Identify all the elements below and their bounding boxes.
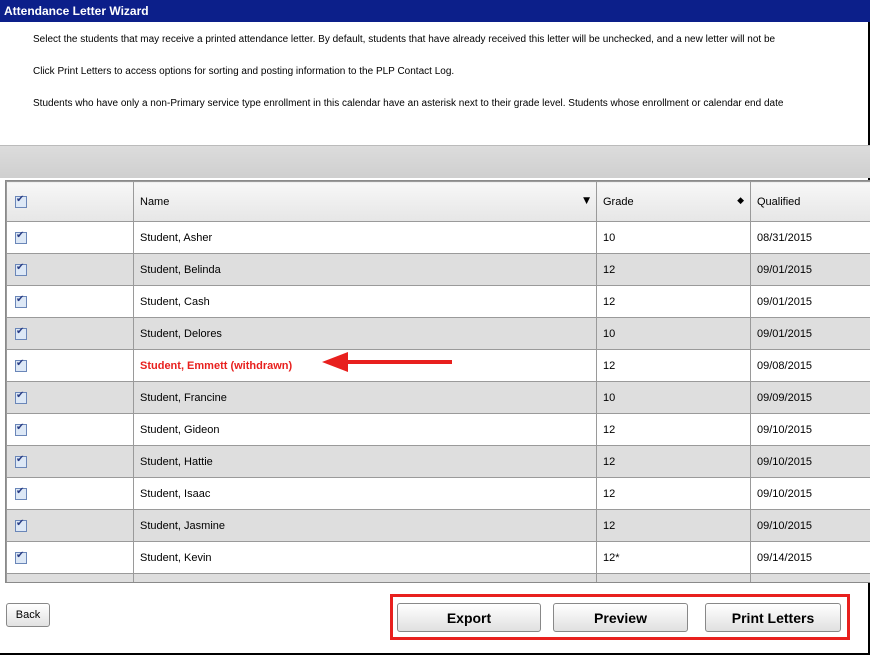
grade-cell: 10 <box>596 317 751 350</box>
student-name-cell[interactable]: Anderson, Kara D. <box>133 573 597 582</box>
intro-line-3: Students who have only a non-Primary ser… <box>33 98 784 109</box>
grade-cell: 12 <box>596 573 751 582</box>
table-row[interactable]: Student, Jasmine1209/10/2015 <box>6 509 870 542</box>
table-row[interactable]: Student, Gideon1209/10/2015 <box>6 413 870 446</box>
wizard-window: Attendance Letter Wizard Select the stud… <box>0 0 870 655</box>
row-select-cell[interactable] <box>6 445 134 478</box>
grade-cell: 12 <box>596 253 751 286</box>
preview-button[interactable]: Preview <box>553 603 688 632</box>
checkbox-checked-icon[interactable] <box>15 454 27 468</box>
table-row[interactable]: Student, Delores1009/01/2015 <box>6 317 870 350</box>
qualified-date-cell: 09/01/2015 <box>750 317 870 350</box>
row-select-cell[interactable] <box>6 317 134 350</box>
student-name-cell[interactable]: Student, Isaac <box>133 477 597 510</box>
student-table: Name▼ Grade◆ Qualified Student, Asher100… <box>6 181 870 582</box>
table-row[interactable]: Student, Asher1008/31/2015 <box>6 221 870 254</box>
row-select-cell[interactable] <box>6 541 134 574</box>
sort-updown-icon[interactable]: ◆ <box>737 196 744 206</box>
toolbar-strip <box>0 145 870 178</box>
table-row[interactable]: Student, Kevin12*09/14/2015 <box>6 541 870 574</box>
checkbox-checked-icon[interactable] <box>15 550 27 564</box>
row-select-cell[interactable] <box>6 285 134 318</box>
print-letters-button[interactable]: Print Letters <box>705 603 841 632</box>
grade-cell: 10 <box>596 381 751 414</box>
column-header-grade[interactable]: Grade ◆ <box>596 181 751 222</box>
table-row[interactable]: Student, Belinda1209/01/2015 <box>6 253 870 286</box>
student-name-cell[interactable]: Student, Belinda <box>133 253 597 286</box>
window-title: Attendance Letter Wizard <box>0 0 870 22</box>
student-name-cell[interactable]: Student, Hattie <box>133 445 597 478</box>
student-name-cell[interactable]: Student, Jasmine <box>133 509 597 542</box>
checkbox-checked-icon[interactable] <box>15 422 27 436</box>
grade-cell: 10 <box>596 221 751 254</box>
student-name-cell[interactable]: Student, Gideon <box>133 413 597 446</box>
intro-line-2: Click Print Letters to access options fo… <box>33 66 455 77</box>
intro-line-1: Select the students that may receive a p… <box>33 34 776 45</box>
grade-cell: 12 <box>596 413 751 446</box>
row-select-cell[interactable] <box>6 509 134 542</box>
student-name-cell[interactable]: Student, Asher <box>133 221 597 254</box>
caret-down-icon[interactable]: ▼ <box>583 196 590 206</box>
qualified-date-cell: 09/14/2015 <box>750 541 870 574</box>
checkbox-checked-icon[interactable] <box>15 294 27 308</box>
checkbox-checked-icon[interactable] <box>15 230 27 244</box>
checkbox-checked-icon[interactable] <box>15 194 27 208</box>
checkbox-checked-icon[interactable] <box>15 518 27 532</box>
checkbox-checked-icon[interactable] <box>15 326 27 340</box>
red-left-arrow-icon <box>322 352 452 372</box>
table-row[interactable]: Student, Francine1009/09/2015 <box>6 381 870 414</box>
student-name-cell[interactable]: Student, Cash <box>133 285 597 318</box>
table-row[interactable]: Student, Cash1209/01/2015 <box>6 285 870 318</box>
qualified-date-cell: 09/16/2015 <box>750 573 870 582</box>
qualified-date-cell: 09/01/2015 <box>750 253 870 286</box>
qualified-date-cell: 09/10/2015 <box>750 445 870 478</box>
column-header-qualified[interactable]: Qualified <box>750 181 870 222</box>
export-button[interactable]: Export <box>397 603 541 632</box>
qualified-date-cell: 09/09/2015 <box>750 381 870 414</box>
row-select-cell[interactable] <box>6 253 134 286</box>
grade-cell: 12 <box>596 509 751 542</box>
grade-cell: 12 <box>596 349 751 382</box>
checkbox-checked-icon[interactable] <box>15 262 27 276</box>
qualified-date-cell: 09/10/2015 <box>750 477 870 510</box>
qualified-date-cell: 09/10/2015 <box>750 509 870 542</box>
qualified-date-cell: 09/01/2015 <box>750 285 870 318</box>
qualified-date-cell: 09/08/2015 <box>750 349 870 382</box>
student-name-cell[interactable]: Student, Delores <box>133 317 597 350</box>
row-select-cell[interactable] <box>6 477 134 510</box>
row-select-cell[interactable] <box>6 221 134 254</box>
checkbox-checked-icon[interactable] <box>15 358 27 372</box>
grade-cell: 12 <box>596 445 751 478</box>
student-name-cell[interactable]: Student, Francine <box>133 381 597 414</box>
table-header-row: Name▼ Grade◆ Qualified <box>6 181 870 222</box>
row-select-cell[interactable] <box>6 413 134 446</box>
back-button[interactable]: Back <box>6 603 50 627</box>
table-row[interactable]: Student, Isaac1209/10/2015 <box>6 477 870 510</box>
student-grid[interactable]: Name▼ Grade◆ Qualified Student, Asher100… <box>5 180 870 583</box>
table-row[interactable]: Anderson, Kara D.1209/16/2015 <box>6 573 870 582</box>
qualified-date-cell: 09/10/2015 <box>750 413 870 446</box>
grade-cell: 12* <box>596 541 751 574</box>
row-select-cell[interactable] <box>6 573 134 582</box>
row-select-cell[interactable] <box>6 349 134 382</box>
table-row[interactable]: Student, Hattie1209/10/2015 <box>6 445 870 478</box>
row-select-cell[interactable] <box>6 381 134 414</box>
checkbox-checked-icon[interactable] <box>15 390 27 404</box>
student-name-cell[interactable]: Student, Kevin <box>133 541 597 574</box>
select-all-header[interactable] <box>6 181 134 222</box>
grade-cell: 12 <box>596 477 751 510</box>
grade-cell: 12 <box>596 285 751 318</box>
column-header-name[interactable]: Name ▼ <box>133 181 597 222</box>
qualified-date-cell: 08/31/2015 <box>750 221 870 254</box>
checkbox-checked-icon[interactable] <box>15 486 27 500</box>
